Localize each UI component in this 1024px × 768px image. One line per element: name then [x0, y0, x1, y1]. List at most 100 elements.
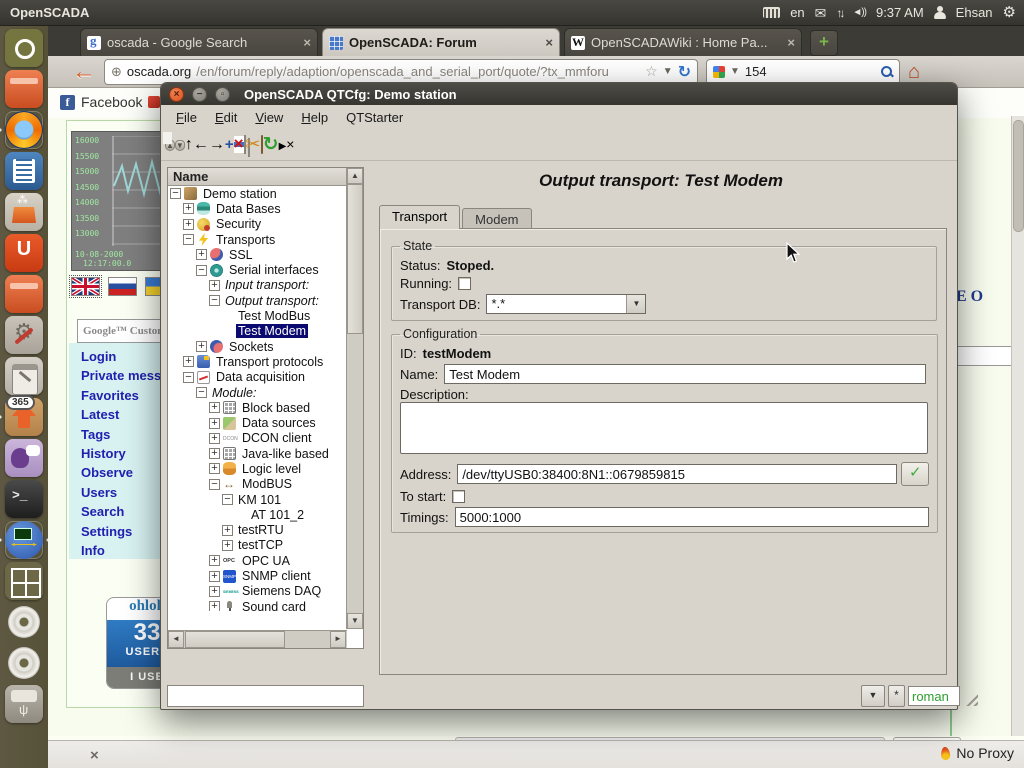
- page-input-fragment[interactable]: [954, 346, 1014, 366]
- tree-expander[interactable]: [209, 586, 220, 597]
- transport-db-combo[interactable]: *.* ▼: [486, 294, 646, 314]
- launcher-item[interactable]: [5, 29, 43, 67]
- toolbar-item[interactable]: [286, 136, 294, 154]
- tree-expander[interactable]: [196, 387, 207, 398]
- tree-item[interactable]: SNMP client: [168, 568, 347, 583]
- browser-tab[interactable]: OpenSCADAWiki : Home Pa... ×: [564, 28, 802, 56]
- tree-expander[interactable]: [209, 402, 220, 413]
- toolbar-item[interactable]: [209, 136, 225, 154]
- description-textarea[interactable]: [400, 402, 928, 454]
- launcher-item[interactable]: [5, 357, 43, 395]
- tab-close-icon[interactable]: ×: [787, 35, 795, 50]
- tree-header[interactable]: Name: [168, 168, 347, 186]
- address-input[interactable]: [457, 464, 897, 484]
- launcher-item[interactable]: [5, 439, 43, 477]
- tree-expander[interactable]: [209, 448, 220, 459]
- search-engine-dropdown-icon[interactable]: ▼: [730, 66, 740, 77]
- tree-expander[interactable]: [222, 525, 233, 536]
- tree-expander[interactable]: [209, 571, 220, 582]
- window-close-button[interactable]: ×: [169, 87, 184, 102]
- tree-filter-input[interactable]: [167, 685, 364, 707]
- proxy-flame-icon[interactable]: [941, 746, 951, 760]
- browser-tab[interactable]: OpenSCADA: Forum ×: [322, 28, 560, 56]
- tree-expander[interactable]: [196, 265, 207, 276]
- search-bar[interactable]: ▼ 154: [706, 59, 900, 85]
- tree-expander[interactable]: [183, 356, 194, 367]
- tree-item[interactable]: KM 101: [168, 492, 347, 507]
- network-arrows-icon[interactable]: ↑↓: [836, 6, 842, 20]
- addon-bar-close-icon[interactable]: ×: [90, 747, 99, 764]
- tree-item[interactable]: Module:: [168, 385, 347, 400]
- scroll-right-icon[interactable]: ►: [330, 631, 346, 648]
- config-tab[interactable]: Transport: [379, 205, 460, 229]
- reload-icon[interactable]: ↻: [678, 62, 691, 82]
- share-icon[interactable]: [148, 96, 160, 108]
- proxy-status-label[interactable]: No Proxy: [956, 745, 1014, 761]
- tree-item[interactable]: Test Modem: [168, 324, 347, 339]
- launcher-item[interactable]: [5, 603, 43, 641]
- user-dropdown-icon[interactable]: ▼: [861, 685, 885, 707]
- page-scrollbar-thumb[interactable]: [1013, 120, 1024, 232]
- tree-item[interactable]: Transports: [168, 232, 347, 247]
- keyboard-layout-label[interactable]: en: [790, 5, 804, 20]
- tree-expander[interactable]: [209, 295, 220, 306]
- running-checkbox[interactable]: [458, 277, 471, 290]
- toolbar-item[interactable]: [279, 136, 287, 154]
- menu-item[interactable]: Help: [292, 108, 337, 127]
- scroll-down-icon[interactable]: ▼: [347, 613, 363, 629]
- tree-item[interactable]: testRTU: [168, 523, 347, 538]
- toolbar-item[interactable]: [193, 136, 209, 154]
- launcher-item[interactable]: 365: [5, 398, 43, 436]
- launcher-item[interactable]: [5, 193, 43, 231]
- tree-item[interactable]: Logic level: [168, 461, 347, 476]
- tree-expander[interactable]: [209, 280, 220, 291]
- search-magnifier-icon[interactable]: [880, 65, 893, 78]
- tree-horizontal-scrollbar[interactable]: ◄ ►: [168, 630, 347, 648]
- tree-expander[interactable]: [209, 418, 220, 429]
- facebook-link[interactable]: f Facebook: [60, 94, 160, 110]
- menu-item[interactable]: File: [167, 108, 206, 127]
- session-username[interactable]: Ehsan: [956, 5, 993, 20]
- menu-item[interactable]: QTStarter: [337, 108, 412, 127]
- session-gear-icon[interactable]: ⚙: [1003, 5, 1016, 20]
- tree-item[interactable]: Data acquisition: [168, 370, 347, 385]
- home-button[interactable]: ⌂: [908, 62, 920, 82]
- window-minimize-button[interactable]: −: [192, 87, 207, 102]
- tree-item[interactable]: Java-like based: [168, 446, 347, 461]
- tree-expander[interactable]: [209, 555, 220, 566]
- config-tab[interactable]: Modem: [462, 208, 531, 229]
- tree-expander[interactable]: [209, 479, 220, 490]
- toolbar-item[interactable]: [185, 136, 193, 154]
- window-resize-grip[interactable]: [963, 691, 978, 706]
- tree-item[interactable]: SSL: [168, 247, 347, 262]
- tree-expander[interactable]: [183, 372, 194, 383]
- tree-item[interactable]: Output transport:: [168, 293, 347, 308]
- url-dropdown-icon[interactable]: ▼: [663, 66, 673, 77]
- back-button[interactable]: ←: [72, 60, 96, 84]
- browser-tab[interactable]: oscada - Google Search ×: [80, 28, 318, 56]
- launcher-item[interactable]: [5, 70, 43, 108]
- tree-item[interactable]: Transport protocols: [168, 354, 347, 369]
- tree-expander[interactable]: [209, 433, 220, 444]
- tree-expander[interactable]: [183, 203, 194, 214]
- tree-item[interactable]: DCON client: [168, 431, 347, 446]
- launcher-item[interactable]: [5, 685, 43, 723]
- launcher-item[interactable]: [5, 275, 43, 313]
- tree-item[interactable]: Demo station: [168, 186, 347, 201]
- launcher-item[interactable]: [5, 234, 43, 272]
- timings-input[interactable]: [455, 507, 929, 527]
- bookmark-star-icon[interactable]: ☆: [645, 63, 658, 80]
- tree-item[interactable]: Sockets: [168, 339, 347, 354]
- keyboard-layout-icon[interactable]: [763, 7, 780, 18]
- tree-item[interactable]: Block based: [168, 400, 347, 415]
- menu-item[interactable]: View: [246, 108, 292, 127]
- launcher-item[interactable]: [5, 562, 43, 600]
- tab-close-icon[interactable]: ×: [545, 35, 553, 50]
- new-tab-button[interactable]: +: [810, 30, 838, 56]
- launcher-item[interactable]: [5, 480, 43, 518]
- toolbar-item[interactable]: [175, 135, 185, 154]
- launcher-item[interactable]: [5, 644, 43, 682]
- window-maximize-button[interactable]: ▫: [215, 87, 230, 102]
- current-user-value[interactable]: roman: [908, 686, 960, 706]
- language-flag[interactable]: [71, 277, 100, 296]
